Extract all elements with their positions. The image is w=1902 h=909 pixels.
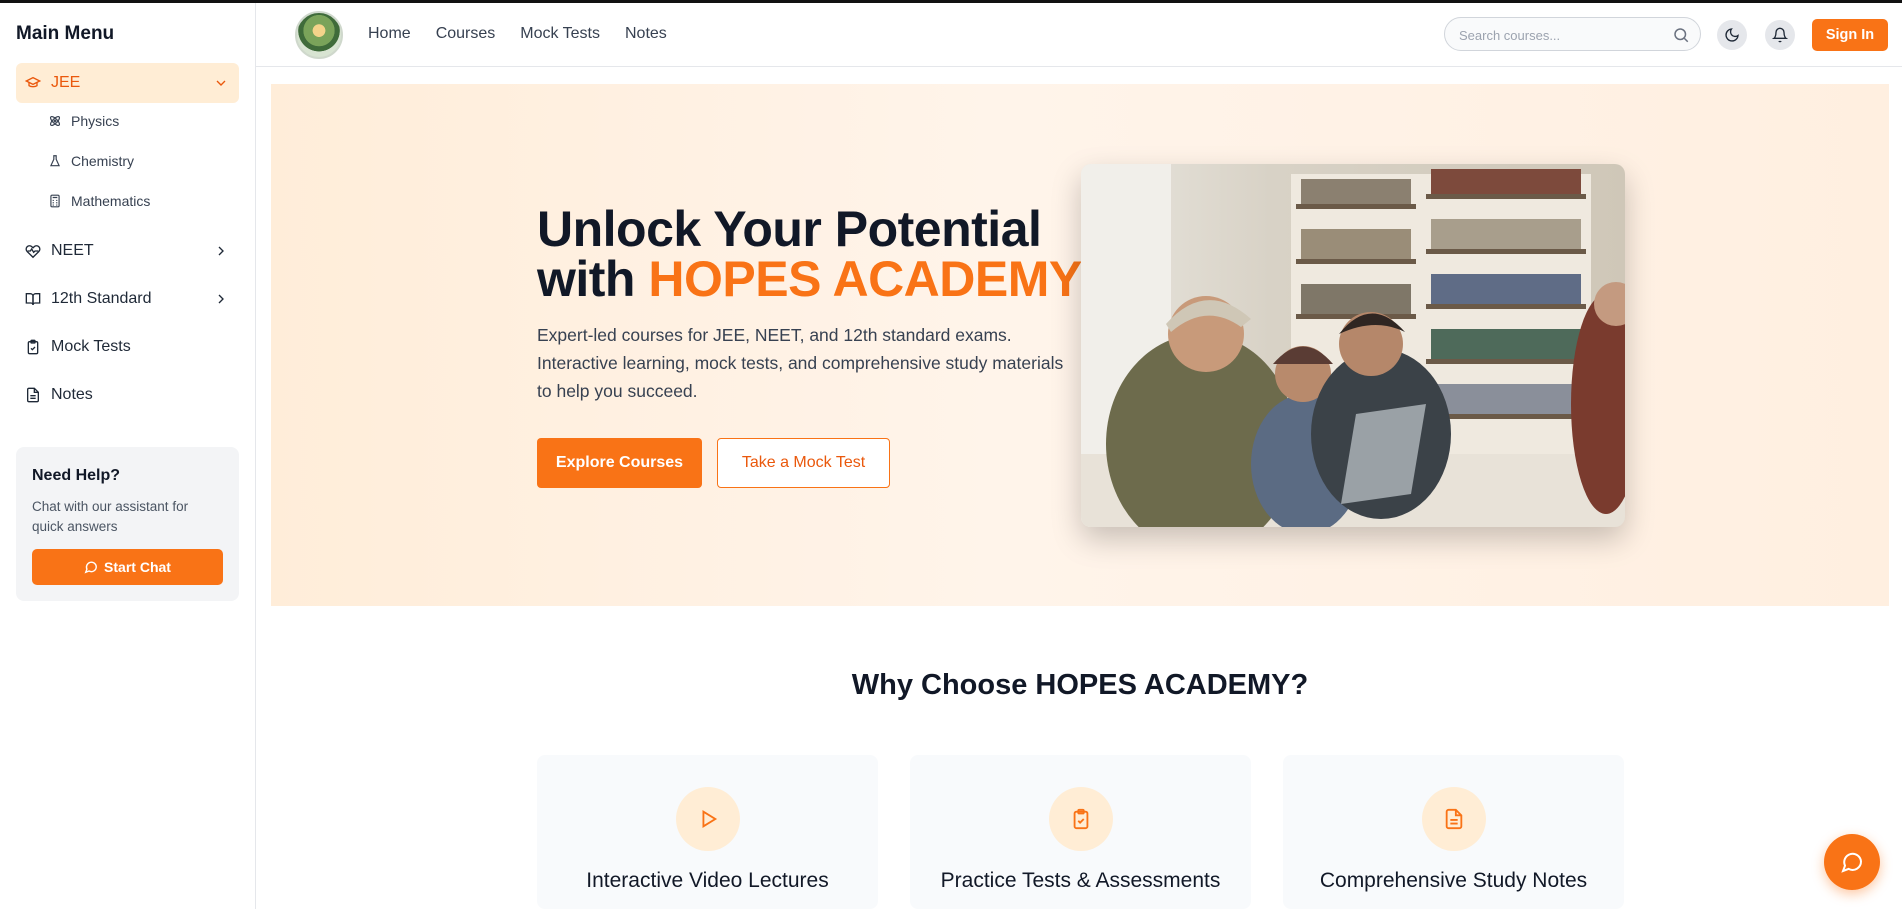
start-chat-button[interactable]: Start Chat [32,549,223,585]
clipboard-check-icon [25,339,41,355]
feature-card-video: Interactive Video Lectures [537,755,878,909]
search-box [1444,17,1701,51]
sidebar-subitem-chemistry[interactable]: Chemistry [48,149,134,173]
atom-icon [48,114,62,128]
calculator-icon [48,194,62,208]
flask-icon [48,154,62,168]
sidebar-item-label: Mock Tests [51,338,131,355]
file-text-icon [25,387,41,403]
file-text-icon [1445,808,1463,830]
sidebar: Main Menu JEE Physics Chemistry Mathemat… [0,3,256,909]
hero-description: Expert-led courses for JEE, NEET, and 12… [537,325,1064,401]
sidebar-subitem-mathematics[interactable]: Mathematics [48,189,150,213]
sidebar-item-neet[interactable]: NEET [16,231,239,271]
hopes-academy-logo[interactable] [295,11,343,59]
book-open-icon [25,291,41,307]
help-text: Chat with our assistant for quick answer… [32,499,189,534]
sidebar-item-notes[interactable]: Notes [16,375,239,415]
top-header: Home Courses Mock Tests Notes Sign In [256,3,1902,67]
sign-in-button[interactable]: Sign In [1812,19,1888,51]
hero-title-accent: HOPES ACADEMY [648,251,1082,307]
moon-icon [1725,28,1739,42]
main-nav: Home Courses Mock Tests Notes [368,25,667,43]
sidebar-item-12th-standard[interactable]: 12th Standard [16,279,239,319]
chevron-right-icon [213,291,229,307]
feature-card-title: Practice Tests & Assessments [940,869,1221,892]
hero-title-with: with [537,251,649,307]
help-card: Need Help? Chat with our assistant for q… [16,447,239,601]
start-chat-label: Start Chat [104,559,171,575]
sidebar-item-jee[interactable]: JEE [16,63,239,103]
sidebar-item-mock-tests[interactable]: Mock Tests [16,327,239,367]
nav-mock-tests[interactable]: Mock Tests [520,25,600,43]
notifications-button[interactable] [1765,20,1795,50]
feature-card-tests: Practice Tests & Assessments [910,755,1251,909]
chevron-down-icon [213,75,229,91]
feature-icon-circle [676,787,740,851]
graduation-cap-icon [25,75,41,91]
feature-card-notes: Comprehensive Study Notes [1283,755,1624,909]
sidebar-subitem-label: Physics [71,113,120,129]
search-input[interactable] [1459,25,1659,45]
bell-icon [1772,27,1788,43]
hero-image-students [1081,164,1625,527]
nav-courses[interactable]: Courses [436,25,496,43]
hero-title-line1: Unlock Your Potential [537,201,1042,257]
chat-fab-button[interactable] [1824,834,1880,890]
explore-courses-button[interactable]: Explore Courses [537,438,702,488]
hero-title: Unlock Your Potential with HOPES ACADEMY [537,204,1097,304]
sidebar-subitem-physics[interactable]: Physics [48,109,119,133]
sidebar-item-label: NEET [51,242,94,259]
message-circle-icon [84,561,97,574]
chevron-right-icon [213,243,229,259]
clipboard-check-icon [1073,808,1089,830]
sidebar-subitem-label: Chemistry [71,153,135,169]
help-title: Need Help? [32,467,121,484]
features-heading: Why Choose HOPES ACADEMY? [851,669,1309,701]
sidebar-subitem-label: Mathematics [71,193,151,209]
nav-home[interactable]: Home [368,25,411,43]
message-circle-icon [1841,852,1863,873]
feature-icon-circle [1049,787,1113,851]
feature-card-title: Comprehensive Study Notes [1319,869,1588,892]
search-icon[interactable] [1672,26,1690,44]
play-icon [702,810,718,828]
sidebar-item-label: JEE [51,74,81,91]
theme-toggle-button[interactable] [1717,20,1747,50]
nav-notes[interactable]: Notes [625,25,667,43]
sidebar-item-label: 12th Standard [51,290,152,307]
take-mock-test-button[interactable]: Take a Mock Test [717,438,890,488]
feature-card-title: Interactive Video Lectures [586,869,829,892]
feature-icon-circle [1422,787,1486,851]
sidebar-item-label: Notes [51,386,93,403]
hero-section: Unlock Your Potential with HOPES ACADEMY… [271,84,1889,606]
heart-pulse-icon [25,243,41,259]
sidebar-title: Main Menu [16,23,115,44]
